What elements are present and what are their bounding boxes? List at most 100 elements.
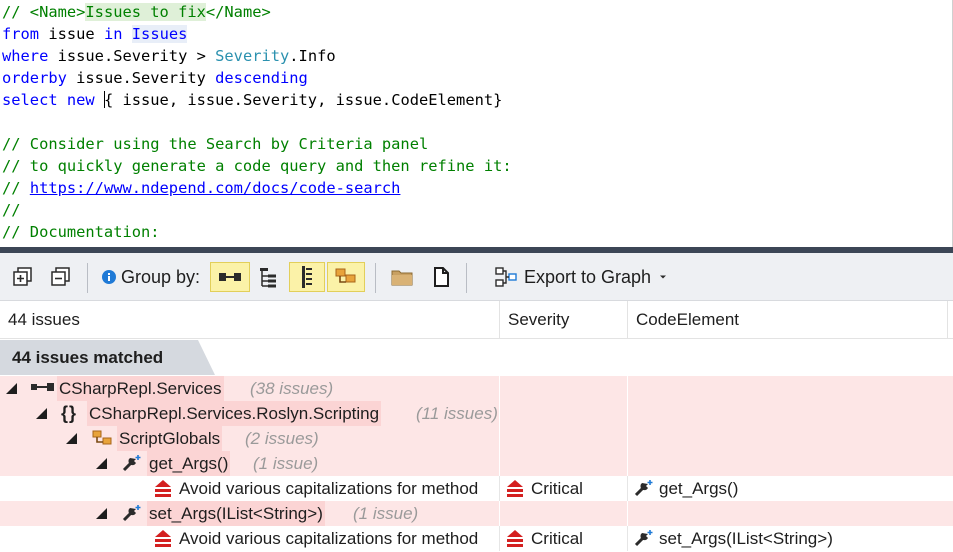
collapse-all-button[interactable]: [46, 262, 76, 292]
column-divider: [499, 401, 500, 426]
column-divider: [627, 526, 628, 551]
expand-toggle-icon[interactable]: [96, 458, 107, 469]
group-by-type-button[interactable]: [327, 262, 365, 292]
column-divider: [499, 476, 500, 501]
comment-token: // <Name>: [2, 3, 86, 21]
column-divider: [627, 476, 628, 501]
tree-row-namespace[interactable]: {} CSharpRepl.Services.Roslyn.Scripting …: [0, 401, 953, 426]
method-name: get_Args(): [147, 451, 231, 476]
info-icon-wrap[interactable]: [98, 262, 120, 292]
issue-count: (11 issues): [416, 404, 498, 423]
assembly-name: CSharpRepl.Services: [57, 376, 224, 401]
column-divider: [627, 376, 628, 401]
expression-token: issue.Severity >: [48, 47, 216, 65]
expand-all-button[interactable]: [8, 262, 38, 292]
namespace-name: CSharpRepl.Services.Roslyn.Scripting: [87, 401, 382, 426]
hierarchy-icon: [258, 266, 278, 288]
issue-count: (38 issues): [250, 379, 334, 398]
docs-link[interactable]: https://www.ndepend.com/docs/code-search: [30, 179, 401, 197]
code-line-9: // https://www.ndepend.com/docs/code-sea…: [2, 177, 400, 199]
code-element-link[interactable]: get_Args(): [659, 476, 738, 501]
keyword-token: from: [2, 25, 40, 43]
issues-source-token: Issues: [131, 25, 188, 43]
tree-row-issue[interactable]: Avoid various capitalizations for method…: [0, 526, 953, 551]
list-icon: [299, 265, 315, 289]
column-header-severity[interactable]: Severity: [500, 301, 628, 339]
tree-row-method[interactable]: set_Args(IList<String>) (1 issue): [0, 501, 953, 526]
severity-value: Critical: [531, 529, 583, 548]
query-name-highlight: Issues to fix: [85, 3, 206, 21]
export-to-graph-button[interactable]: Export to Graph: [494, 262, 684, 292]
tree-row-assembly[interactable]: CSharpRepl.Services (38 issues): [0, 376, 953, 401]
toolbar-separator: [87, 263, 88, 293]
chevron-down-icon: [659, 274, 667, 280]
expand-all-icon: [12, 266, 34, 288]
column-divider: [627, 451, 628, 476]
code-element-link[interactable]: set_Args(IList<String>): [659, 526, 833, 551]
expand-toggle-icon[interactable]: [6, 383, 17, 394]
method-icon: [633, 529, 653, 549]
tree-row-method[interactable]: get_Args() (1 issue): [0, 451, 953, 476]
method-icon: [121, 504, 141, 524]
expand-toggle-icon[interactable]: [36, 408, 47, 419]
assembly-icon: [218, 270, 242, 284]
toolbar-separator: [375, 263, 376, 293]
critical-severity-icon: [505, 529, 525, 549]
column-header-issues[interactable]: 44 issues: [0, 301, 500, 339]
keyword-token: select new: [2, 91, 95, 109]
graph-icon: [494, 266, 518, 288]
tree-row-type[interactable]: ScriptGlobals (2 issues): [0, 426, 953, 451]
column-divider: [499, 426, 500, 451]
severity-value: Critical: [531, 479, 583, 498]
identifier-token: issue: [39, 25, 104, 43]
export-to-graph-label: Export to Graph: [524, 266, 652, 287]
results-tree: CSharpRepl.Services (38 issues) {} CShar…: [0, 376, 953, 552]
open-folder-button[interactable]: [386, 262, 418, 292]
folder-icon: [390, 267, 414, 287]
type-token: Severity: [215, 47, 290, 65]
issue-count: (1 issue): [253, 454, 319, 473]
column-header-codeelement[interactable]: CodeElement: [628, 301, 948, 339]
tree-row-issue[interactable]: Avoid various capitalizations for method…: [0, 476, 953, 501]
code-line-8: // to quickly generate a code query and …: [2, 157, 512, 175]
method-icon: [121, 454, 141, 474]
assembly-icon: [30, 380, 54, 400]
column-divider: [627, 401, 628, 426]
issue-rule-name: Avoid various capitalizations for method: [179, 529, 479, 548]
column-divider: [499, 526, 500, 551]
expand-toggle-icon[interactable]: [66, 433, 77, 444]
type-name: ScriptGlobals: [117, 426, 223, 451]
keyword-token: in: [103, 25, 123, 43]
critical-severity-icon: [153, 479, 173, 499]
type-icon: [334, 266, 358, 288]
namespace-icon: {}: [61, 403, 78, 423]
issue-count: (2 issues): [245, 429, 319, 448]
code-line-5: select new { issue, issue.Severity, issu…: [2, 89, 502, 111]
results-grid-header: 44 issues Severity CodeElement: [0, 301, 953, 339]
code-line-2: from issue in Issues: [2, 23, 188, 45]
keyword-token: where: [2, 47, 49, 65]
expression-token: issue.Severity: [66, 69, 216, 87]
critical-severity-icon: [153, 529, 173, 549]
member-token: .Info: [289, 47, 336, 65]
export-document-button[interactable]: [426, 262, 456, 292]
group-by-assembly-button[interactable]: [210, 262, 250, 292]
issue-rule-name: Avoid various capitalizations for method: [179, 479, 479, 498]
code-line-11: // Documentation:: [2, 223, 160, 241]
method-name: set_Args(IList<String>): [147, 501, 325, 526]
code-line-4: orderby issue.Severity descending: [2, 67, 308, 89]
group-by-list-button[interactable]: [289, 262, 325, 292]
expand-toggle-icon[interactable]: [96, 508, 107, 519]
code-query-editor[interactable]: // <Name>Issues to fix</Name> from issue…: [0, 0, 953, 247]
group-by-hierarchy-button[interactable]: [252, 262, 284, 292]
comment-token: //: [2, 179, 30, 197]
issue-count: (1 issue): [353, 504, 419, 523]
column-divider: [627, 501, 628, 526]
critical-severity-icon: [505, 479, 525, 499]
column-divider: [499, 501, 500, 526]
results-toolbar: Group by: Export to Graph: [0, 253, 953, 301]
column-divider: [627, 426, 628, 451]
code-line-3: where issue.Severity > Severity.Info: [2, 45, 336, 67]
